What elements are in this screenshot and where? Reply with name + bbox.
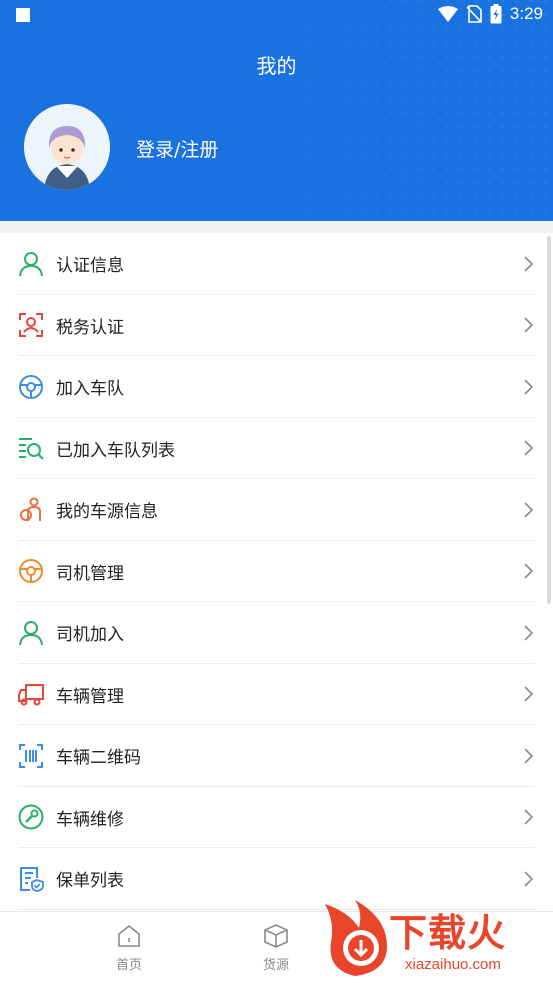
- battery-icon: [490, 4, 502, 24]
- steering-wheel-icon: [17, 557, 45, 585]
- menu-item-label: 车辆管理: [56, 686, 124, 707]
- flame-logo-icon: [325, 900, 387, 976]
- menu-item-join-fleet[interactable]: 加入车队: [0, 356, 553, 418]
- menu-item-joined-fleets[interactable]: 已加入车队列表: [0, 418, 553, 479]
- menu-item-label: 车辆二维码: [56, 748, 141, 769]
- menu-item-my-vehicle-source[interactable]: 我的车源信息: [0, 479, 553, 541]
- watermark-url: xiazaihuo.com: [405, 956, 501, 973]
- menu-item-driver-join[interactable]: 司机加入: [0, 602, 553, 664]
- avatar[interactable]: [24, 104, 110, 190]
- watermark: 下载火 xiazaihuo.com: [323, 898, 553, 983]
- chevron-right-icon: [524, 440, 534, 456]
- face-scan-icon: [17, 311, 45, 339]
- user-icon: [17, 250, 45, 278]
- chevron-right-icon: [524, 256, 534, 272]
- document-shield-icon: [17, 865, 45, 893]
- section-divider: [0, 221, 553, 233]
- driver-icon: [17, 496, 45, 524]
- menu-item-label: 保单列表: [56, 871, 124, 892]
- scrollbar[interactable]: [547, 236, 551, 604]
- wifi-icon: [437, 6, 458, 22]
- chevron-right-icon: [524, 809, 534, 825]
- menu-item-label: 司机加入: [56, 625, 124, 646]
- menu-item-label: 我的车源信息: [56, 502, 158, 523]
- menu-item-verification-info[interactable]: 认证信息: [0, 233, 553, 295]
- steering-wheel-icon: [17, 373, 45, 401]
- menu-item-label: 认证信息: [56, 256, 124, 277]
- menu-item-vehicle-repair[interactable]: 车辆维修: [0, 787, 553, 848]
- chevron-right-icon: [524, 748, 534, 764]
- menu-item-label: 司机管理: [56, 563, 124, 584]
- menu-list: 认证信息 税务认证 加入车队 已加入车队列表 我的车源信息 司机管理 司机加入 …: [0, 233, 553, 910]
- home-icon: [118, 924, 140, 947]
- chevron-right-icon: [524, 625, 534, 641]
- clock: 3:29: [509, 4, 543, 23]
- page-title: 我的: [256, 54, 297, 78]
- status-bar: 3:29: [0, 0, 553, 30]
- list-search-icon: [17, 434, 45, 462]
- nav-home[interactable]: 首页: [89, 924, 169, 973]
- chevron-right-icon: [524, 686, 534, 702]
- menu-item-label: 车辆维修: [56, 809, 124, 830]
- chevron-right-icon: [524, 871, 534, 887]
- login-register-link[interactable]: 登录/注册: [136, 135, 218, 162]
- no-sim-icon: [466, 5, 482, 23]
- default-avatar-icon: [24, 104, 110, 190]
- watermark-text: 下载火: [389, 911, 507, 955]
- truck-icon: [17, 680, 45, 708]
- wrench-icon: [17, 803, 45, 831]
- phone-screen: 3:29 我的 登录/注册 认证信息 税务认证 加入车队 已加入车队列表 我的车…: [0, 0, 553, 983]
- nav-home-label: 首页: [115, 958, 142, 973]
- menu-item-label: 加入车队: [56, 379, 124, 400]
- menu-item-vehicle-management[interactable]: 车辆管理: [0, 664, 553, 725]
- menu-item-driver-management[interactable]: 司机管理: [0, 541, 553, 602]
- box-icon: [264, 924, 288, 948]
- menu-item-tax-verification[interactable]: 税务认证: [0, 295, 553, 356]
- menu-item-label: 税务认证: [56, 317, 124, 338]
- menu-item-label: 已加入车队列表: [56, 440, 175, 461]
- menu-item-vehicle-qrcode[interactable]: 车辆二维码: [0, 725, 553, 787]
- nav-cargo[interactable]: 货源: [236, 924, 316, 973]
- chevron-right-icon: [524, 502, 534, 518]
- chevron-right-icon: [524, 379, 534, 395]
- user-icon: [17, 619, 45, 647]
- chevron-right-icon: [524, 317, 534, 333]
- nav-cargo-label: 货源: [262, 958, 289, 973]
- chevron-right-icon: [524, 563, 534, 579]
- barcode-icon: [17, 742, 45, 770]
- notification-icon: [16, 8, 30, 22]
